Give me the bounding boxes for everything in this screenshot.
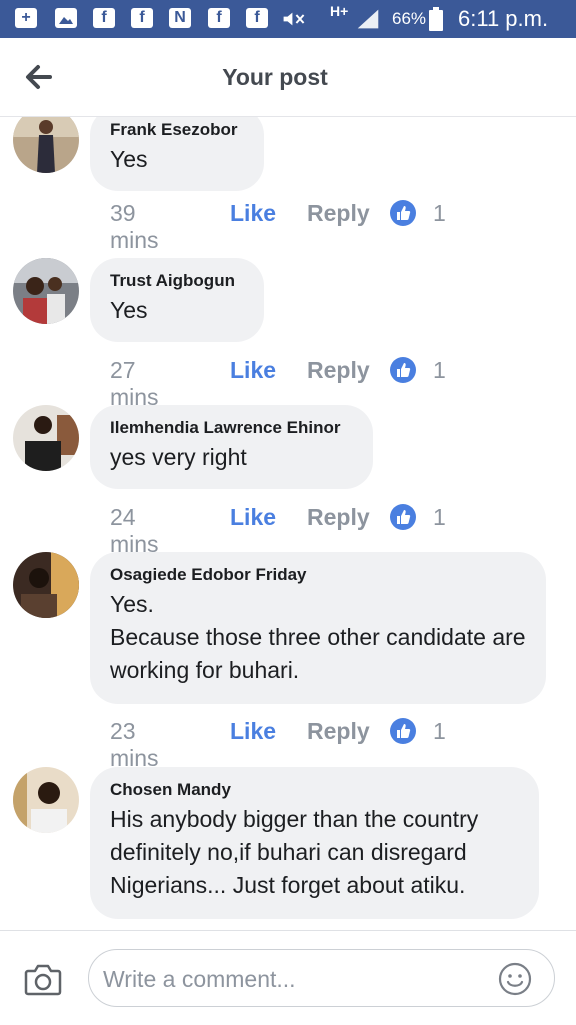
facebook-notification-icon: f <box>93 8 115 28</box>
thumbs-up-icon[interactable] <box>390 200 416 226</box>
clock: 6:11 p.m. <box>458 6 549 31</box>
comment-bubble: Trust Aigbogun Yes <box>90 258 264 342</box>
network-type-indicator: H+ <box>330 3 349 19</box>
page-header: Your post <box>0 38 576 117</box>
like-button[interactable]: Like <box>230 357 276 384</box>
comment-text: Yes <box>110 146 148 172</box>
comment-bubble: Osagiede Edobor Friday Yes. Because thos… <box>90 552 546 704</box>
comment-text: Yes <box>110 297 148 323</box>
thumbs-up-icon[interactable] <box>390 504 416 530</box>
avatar[interactable] <box>13 405 79 471</box>
like-button[interactable]: Like <box>230 718 276 745</box>
like-count: 1 <box>433 200 446 226</box>
comment-text: Yes. Because those three other candidate… <box>110 591 526 683</box>
thumbs-up-icon[interactable] <box>390 718 416 744</box>
battery-icon <box>428 7 444 31</box>
comment-text: His anybody bigger than the country defi… <box>110 806 479 898</box>
add-notification-icon: + <box>15 8 37 28</box>
comment-timestamp: 39 mins <box>110 200 159 253</box>
like-button[interactable]: Like <box>230 200 276 227</box>
avatar[interactable] <box>13 552 79 618</box>
comment-list[interactable]: Frank Esezobor Yes 39 mins Like Reply 1 … <box>0 117 576 930</box>
thumbs-up-icon[interactable] <box>390 357 416 383</box>
comment-bubble: Frank Esezobor Yes <box>90 117 264 191</box>
comment-author[interactable]: Osagiede Edobor Friday <box>110 564 526 586</box>
facebook-notification-icon: f <box>208 8 230 28</box>
avatar[interactable] <box>13 117 79 173</box>
battery-percent: 66% <box>392 9 427 28</box>
facebook-notification-icon: f <box>131 8 153 28</box>
comment-bubble: Ilemhendia Lawrence Ehinor yes very righ… <box>90 405 373 489</box>
reply-button[interactable]: Reply <box>307 718 370 745</box>
comment-timestamp: 24 mins <box>110 504 159 557</box>
like-button[interactable]: Like <box>230 504 276 531</box>
comment-input[interactable] <box>101 960 485 998</box>
news-notification-icon: N <box>169 8 191 28</box>
muted-icon <box>282 8 306 30</box>
comment-timestamp: 27 mins <box>110 357 159 410</box>
comment-timestamp: 23 mins <box>110 718 159 771</box>
comment-author[interactable]: Chosen Mandy <box>110 779 519 801</box>
facebook-notification-icon: f <box>246 8 268 28</box>
comment-composer <box>0 930 576 1025</box>
like-count: 1 <box>433 357 446 383</box>
gallery-notification-icon <box>55 8 77 28</box>
comment-input-wrapper <box>88 949 555 1007</box>
camera-icon[interactable] <box>24 964 62 996</box>
avatar[interactable] <box>13 767 79 833</box>
avatar[interactable] <box>13 258 79 324</box>
emoji-icon[interactable] <box>498 962 532 996</box>
comment-author[interactable]: Frank Esezobor <box>110 119 244 141</box>
reply-button[interactable]: Reply <box>307 357 370 384</box>
reply-button[interactable]: Reply <box>307 200 370 227</box>
like-count: 1 <box>433 504 446 530</box>
like-count: 1 <box>433 718 446 744</box>
comment-bubble: Chosen Mandy His anybody bigger than the… <box>90 767 539 919</box>
signal-icon <box>356 8 380 30</box>
reply-button[interactable]: Reply <box>307 504 370 531</box>
comment-author[interactable]: Trust Aigbogun <box>110 270 244 292</box>
page-title: Your post <box>222 64 328 90</box>
comment-author[interactable]: Ilemhendia Lawrence Ehinor <box>110 417 353 439</box>
comment-text: yes very right <box>110 444 247 470</box>
status-bar: + f f N f f H+ 66% 6:11 p.m. <box>0 0 576 38</box>
